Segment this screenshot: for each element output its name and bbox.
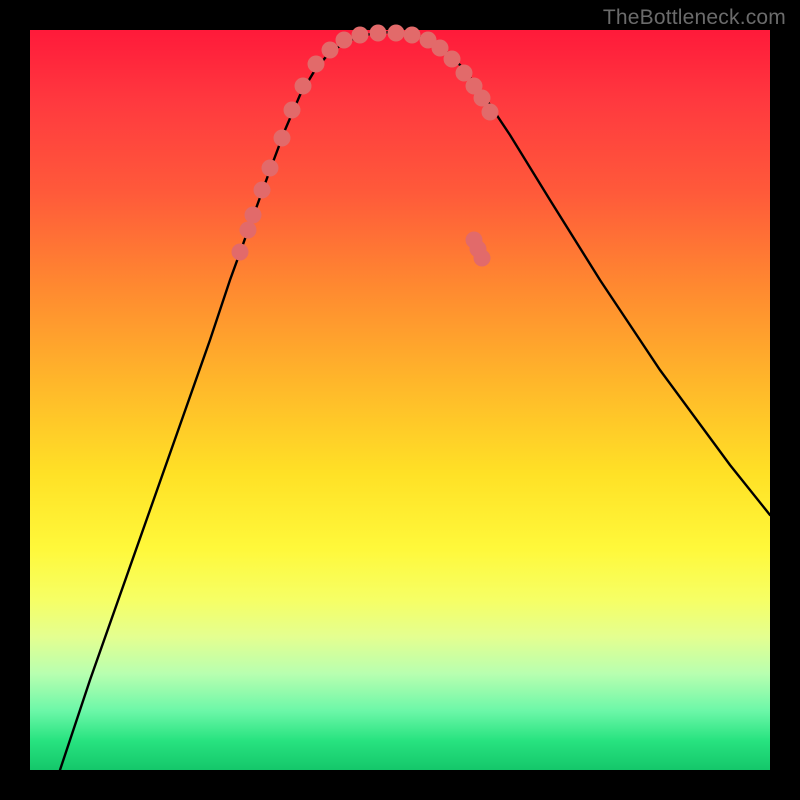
curve-dot bbox=[388, 25, 405, 42]
curve-dot bbox=[336, 32, 353, 49]
curve-dot bbox=[284, 102, 301, 119]
curve-dot bbox=[262, 160, 279, 177]
curve-dot bbox=[240, 222, 257, 239]
curve-dot bbox=[474, 250, 491, 267]
chart-stage: TheBottleneck.com bbox=[0, 0, 800, 800]
watermark-label: TheBottleneck.com bbox=[603, 6, 786, 30]
curve-dot bbox=[295, 78, 312, 95]
curve-dot bbox=[274, 130, 291, 147]
plot-area bbox=[30, 30, 770, 770]
curve-dot bbox=[352, 27, 369, 44]
curve-dot bbox=[232, 244, 249, 261]
curve-dot bbox=[308, 56, 325, 73]
curve-dot bbox=[322, 42, 339, 59]
curve-layer bbox=[30, 30, 770, 770]
curve-dots-right bbox=[404, 27, 499, 267]
curve-dot bbox=[245, 207, 262, 224]
curve-dot bbox=[370, 25, 387, 42]
curve-dot bbox=[254, 182, 271, 199]
curve-dot bbox=[404, 27, 421, 44]
curve-dot bbox=[444, 51, 461, 68]
curve-dot bbox=[482, 104, 499, 121]
bottleneck-curve bbox=[60, 32, 770, 770]
curve-dots-left bbox=[232, 25, 405, 261]
